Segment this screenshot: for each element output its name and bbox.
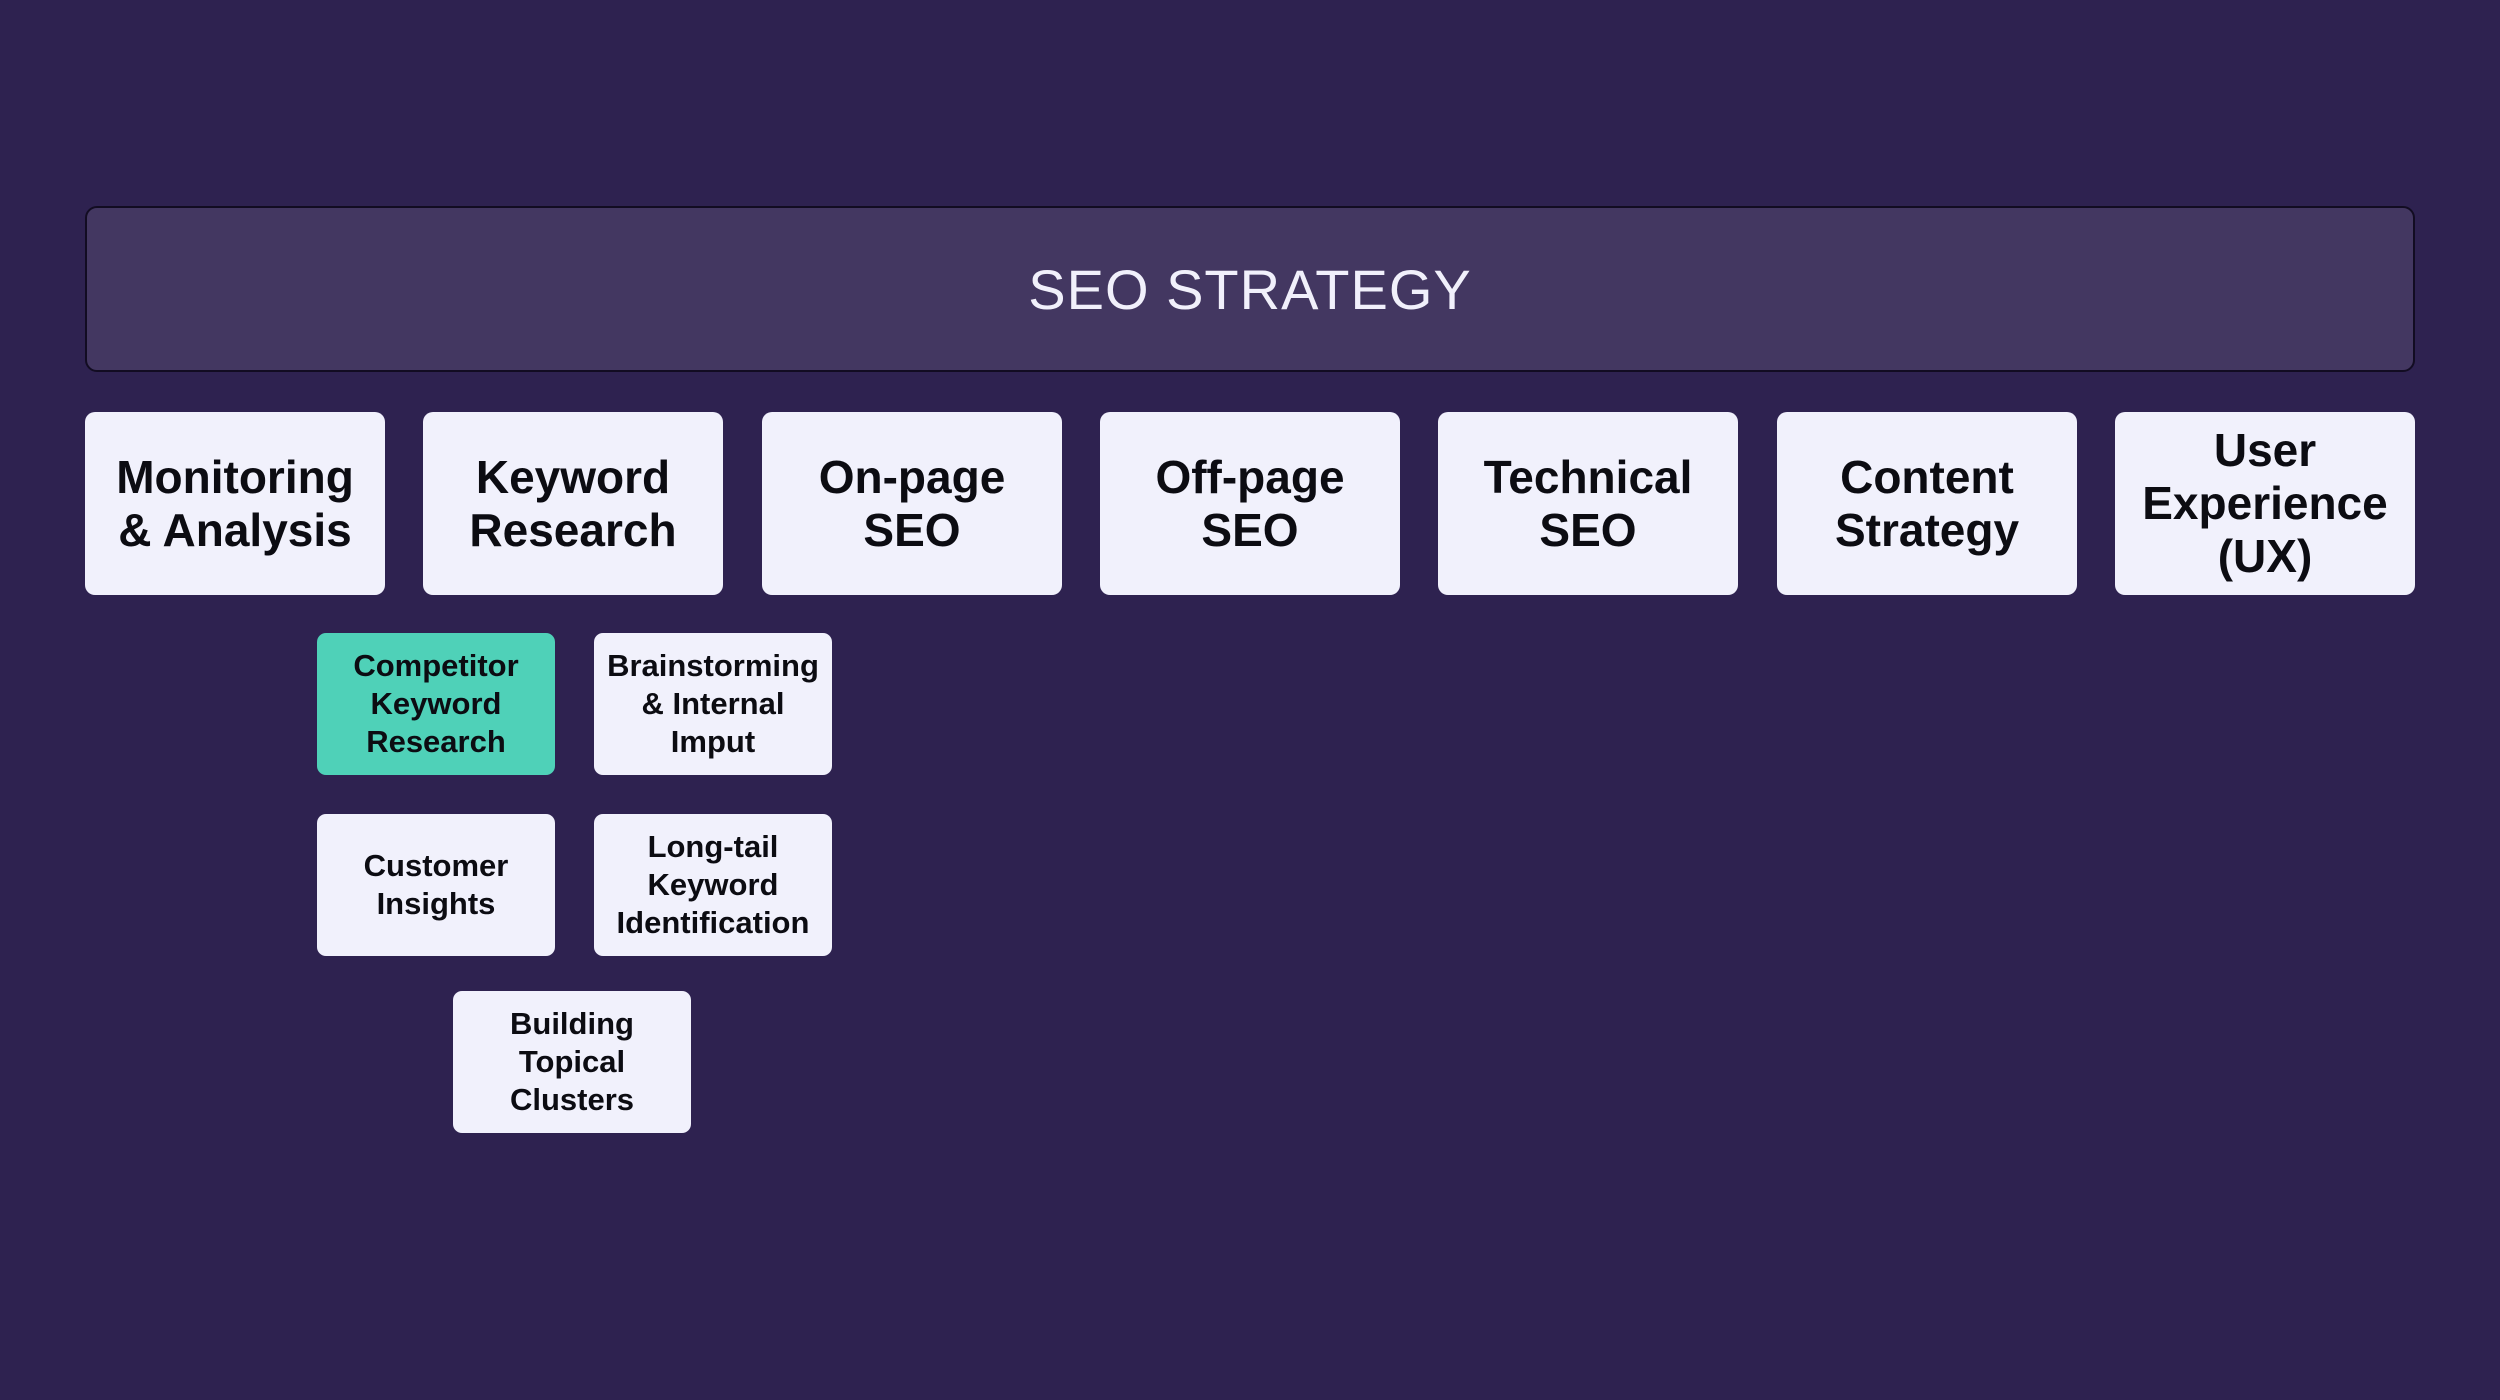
category-user-experience[interactable]: User Experience (UX) (2115, 412, 2415, 595)
subtopic-brainstorming-internal-input[interactable]: Brainstorming & Internal Imput (594, 633, 832, 775)
category-on-page-seo[interactable]: On-page SEO (762, 412, 1062, 595)
subtopic-building-topical-clusters[interactable]: Building Topical Clusters (453, 991, 691, 1133)
diagram-title: SEO STRATEGY (1028, 257, 1472, 321)
category-keyword-research[interactable]: Keyword Research (423, 412, 723, 595)
category-monitoring-analysis[interactable]: Monitoring & Analysis (85, 412, 385, 595)
category-technical-seo[interactable]: Technical SEO (1438, 412, 1738, 595)
category-off-page-seo[interactable]: Off-page SEO (1100, 412, 1400, 595)
subtopic-long-tail-keyword-identification[interactable]: Long-tail Keyword Identification (594, 814, 832, 956)
subtopic-customer-insights[interactable]: Customer Insights (317, 814, 555, 956)
subtopic-competitor-keyword-research[interactable]: Competitor Keyword Research (317, 633, 555, 775)
category-content-strategy[interactable]: Content Strategy (1777, 412, 2077, 595)
seo-strategy-banner: SEO STRATEGY (85, 206, 2415, 372)
